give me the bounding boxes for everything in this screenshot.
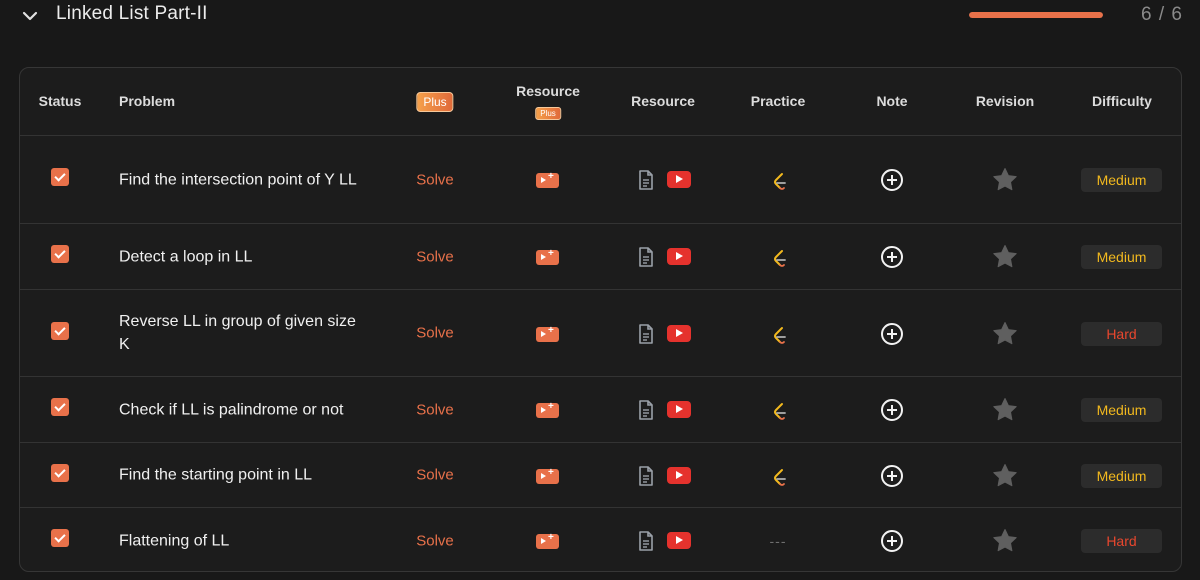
chevron-down-icon[interactable]: [20, 6, 40, 26]
progress-count: 6 / 6: [1141, 4, 1183, 25]
section-title: Linked List Part-II: [56, 3, 208, 24]
progress-bar-fill: [969, 12, 1103, 18]
section-header[interactable]: Linked List Part-II 6 / 6: [0, 0, 1200, 34]
progress-bar: [969, 12, 1103, 18]
